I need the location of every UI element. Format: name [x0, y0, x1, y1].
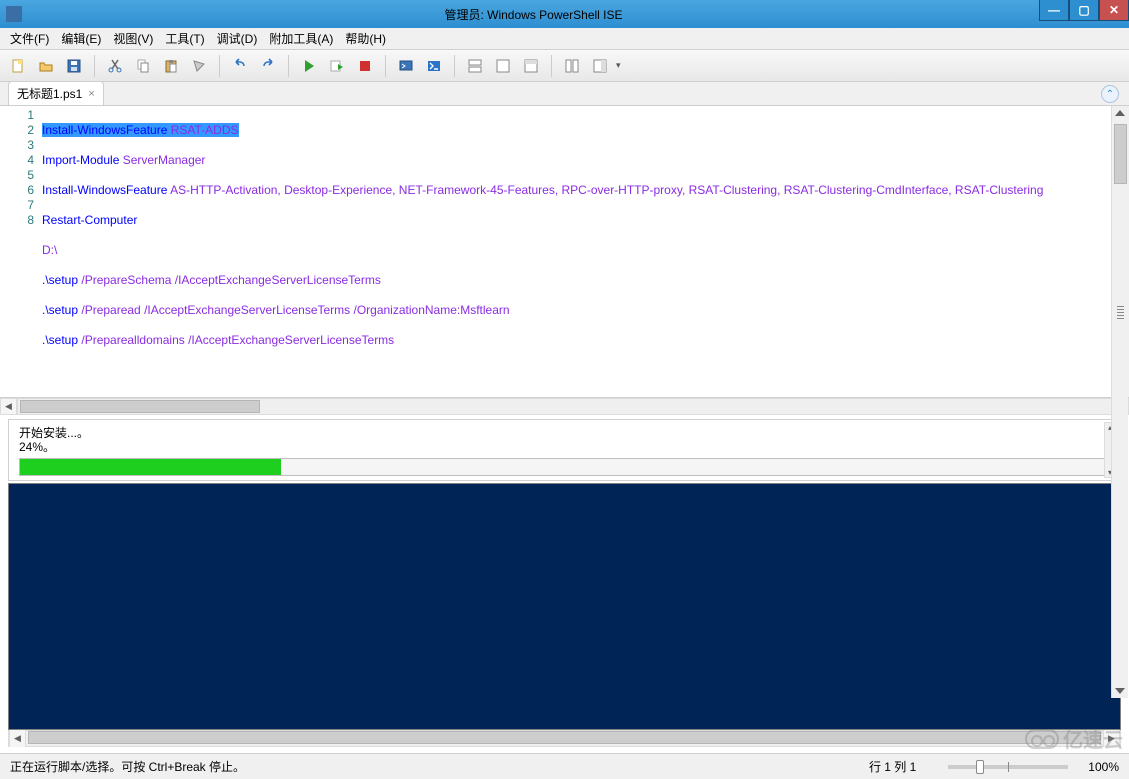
scroll-down-icon[interactable] — [1115, 688, 1125, 694]
scroll-thumb[interactable] — [1114, 124, 1127, 184]
tab-label: 无标题1.ps1 — [17, 85, 82, 102]
undo-icon[interactable] — [228, 54, 252, 78]
menu-edit[interactable]: 编辑(E) — [55, 28, 107, 49]
tabstrip: 无标题1.ps1 × ⌃ — [0, 82, 1129, 106]
run-selection-icon[interactable] — [325, 54, 349, 78]
code-line: Import-Module ServerManager — [42, 153, 1112, 168]
scroll-track[interactable] — [17, 398, 1112, 415]
code-line: Restart-Computer — [42, 213, 1112, 228]
code-line: .\setup /Preparealldomains /IAcceptExcha… — [42, 333, 1112, 348]
status-position: 行 1 列 1 — [869, 758, 916, 775]
scroll-up-icon[interactable] — [1115, 110, 1125, 116]
slider-tick — [1008, 762, 1009, 772]
close-button[interactable]: ✕ — [1099, 0, 1129, 21]
menu-addons[interactable]: 附加工具(A) — [263, 28, 339, 49]
separator-icon — [454, 55, 455, 77]
menu-tools[interactable]: 工具(T) — [159, 28, 210, 49]
tab-close-icon[interactable]: × — [88, 88, 94, 100]
line-number: 6 — [0, 183, 34, 198]
layout-both-icon[interactable] — [463, 54, 487, 78]
copy-icon[interactable] — [131, 54, 155, 78]
menu-help[interactable]: 帮助(H) — [339, 28, 392, 49]
redo-icon[interactable] — [256, 54, 280, 78]
stop-icon[interactable] — [353, 54, 377, 78]
line-number: 4 — [0, 153, 34, 168]
scroll-left-icon[interactable]: ◀ — [9, 730, 26, 747]
console-horizontal-scrollbar[interactable]: ◀ ▶ — [8, 730, 1121, 747]
scroll-right-icon[interactable]: ▶ — [1103, 730, 1120, 747]
separator-icon — [288, 55, 289, 77]
addon-pane-icon[interactable] — [588, 54, 612, 78]
clear-icon[interactable] — [187, 54, 211, 78]
layout-console-icon[interactable] — [519, 54, 543, 78]
titlebar: 管理员: Windows PowerShell ISE — ▢ ✕ — [0, 0, 1129, 28]
code-line: Install-WindowsFeature RSAT-ADDS — [42, 123, 1112, 138]
slider-knob[interactable] — [976, 760, 984, 774]
layout-script-icon[interactable] — [491, 54, 515, 78]
progress-fill — [20, 459, 281, 475]
collapse-script-pane-icon[interactable]: ⌃ — [1101, 85, 1119, 103]
statusbar: 正在运行脚本/选择。可按 Ctrl+Break 停止。 行 1 列 1 100% — [0, 753, 1129, 779]
toolbar-overflow-icon[interactable]: ▾ — [616, 60, 626, 71]
scroll-grip-icon — [1117, 306, 1124, 320]
zoom-slider[interactable] — [948, 765, 1068, 769]
command-pane-icon[interactable] — [560, 54, 584, 78]
progress-text2: 24%。 — [19, 440, 1108, 454]
line-number-gutter: 1 2 3 4 5 6 7 8 — [0, 106, 40, 397]
code-line: .\setup /Preparead /IAcceptExchangeServe… — [42, 303, 1112, 318]
scroll-track[interactable] — [26, 730, 1103, 747]
cut-icon[interactable] — [103, 54, 127, 78]
menu-file[interactable]: 文件(F) — [4, 28, 55, 49]
open-file-icon[interactable] — [34, 54, 58, 78]
line-number: 1 — [0, 108, 34, 123]
separator-icon — [94, 55, 95, 77]
line-number: 2 — [0, 123, 34, 138]
minimize-button[interactable]: — — [1039, 0, 1069, 21]
code-line: Install-WindowsFeature AS-HTTP-Activatio… — [42, 183, 1112, 198]
paste-icon[interactable] — [159, 54, 183, 78]
line-number: 8 — [0, 213, 34, 228]
remote-icon[interactable] — [394, 54, 418, 78]
progress-text1: 开始安装...。 — [19, 426, 1108, 440]
menu-debug[interactable]: 调试(D) — [211, 28, 264, 49]
editor: 1 2 3 4 5 6 7 8 Install-WindowsFeature R… — [0, 106, 1129, 398]
scroll-left-icon[interactable]: ◀ — [0, 398, 17, 415]
powershell-icon[interactable] — [422, 54, 446, 78]
menubar: 文件(F) 编辑(E) 视图(V) 工具(T) 调试(D) 附加工具(A) 帮助… — [0, 28, 1129, 50]
separator-icon — [219, 55, 220, 77]
progress-panel: 开始安装...。 24%。 ▴▾ — [8, 419, 1119, 481]
line-number: 5 — [0, 168, 34, 183]
line-number: 3 — [0, 138, 34, 153]
window-controls: — ▢ ✕ — [1039, 0, 1129, 28]
code-line: .\setup /PrepareSchema /IAcceptExchangeS… — [42, 273, 1112, 288]
editor-horizontal-scrollbar[interactable]: ◀ ▶ — [0, 398, 1129, 415]
app-icon — [6, 6, 22, 22]
status-zoom: 100% — [1088, 760, 1119, 774]
scroll-thumb[interactable] — [28, 731, 1101, 744]
new-file-icon[interactable] — [6, 54, 30, 78]
tab-untitled1[interactable]: 无标题1.ps1 × — [8, 81, 104, 105]
separator-icon — [385, 55, 386, 77]
window-title: 管理员: Windows PowerShell ISE — [28, 6, 1039, 23]
toolbar: ▾ — [0, 50, 1129, 82]
code-line: D:\ — [42, 243, 1112, 258]
scroll-thumb[interactable] — [20, 400, 260, 413]
console-pane[interactable] — [8, 483, 1121, 730]
line-number: 7 — [0, 198, 34, 213]
separator-icon — [551, 55, 552, 77]
progress-bar — [19, 458, 1108, 476]
code-area[interactable]: Install-WindowsFeature RSAT-ADDS Import-… — [40, 106, 1112, 397]
maximize-button[interactable]: ▢ — [1069, 0, 1099, 21]
status-message: 正在运行脚本/选择。可按 Ctrl+Break 停止。 — [10, 758, 849, 775]
outer-vertical-scrollbar[interactable] — [1111, 106, 1128, 698]
save-icon[interactable] — [62, 54, 86, 78]
menu-view[interactable]: 视图(V) — [107, 28, 159, 49]
run-icon[interactable] — [297, 54, 321, 78]
